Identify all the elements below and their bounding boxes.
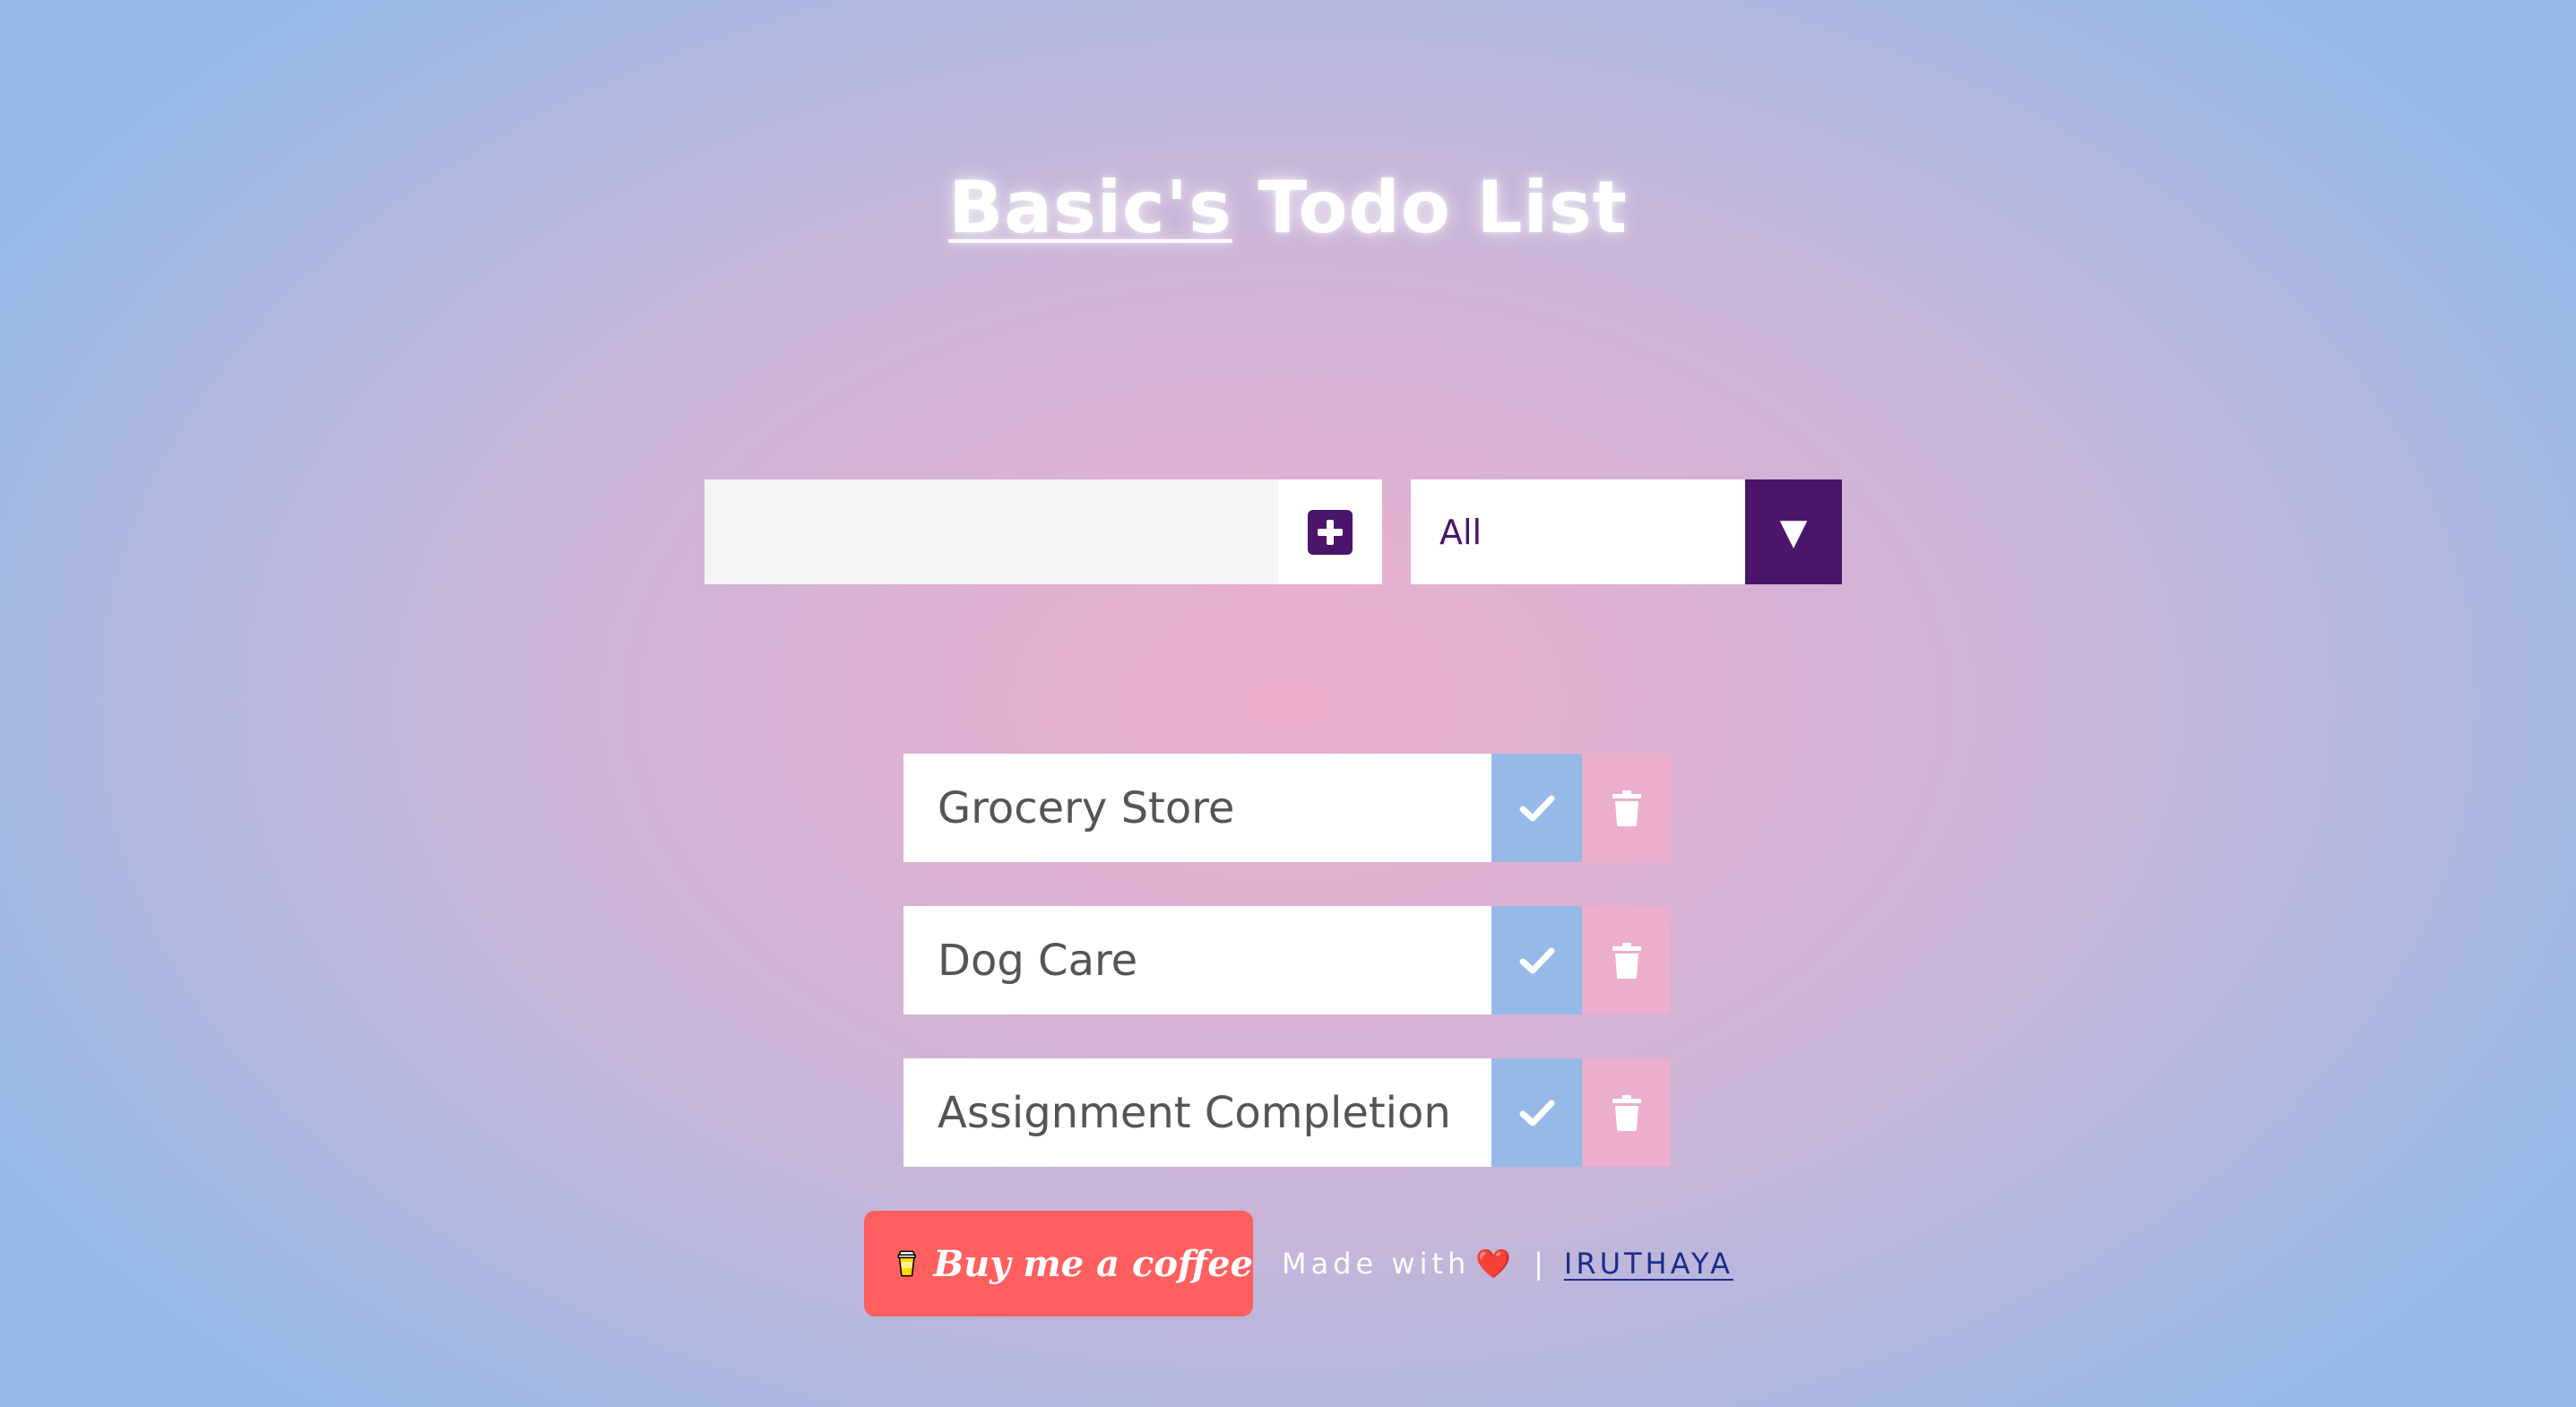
add-todo-button[interactable] <box>1278 479 1382 584</box>
coffee-cup-icon <box>897 1250 916 1277</box>
todo-item: Dog Care <box>903 906 1671 1014</box>
todo-text: Grocery Store <box>903 754 1491 862</box>
complete-button[interactable] <box>1491 754 1582 862</box>
check-icon <box>1519 947 1554 973</box>
check-icon <box>1519 795 1554 821</box>
todo-list: Grocery Store Dog Care Assignment Comple… <box>903 754 1671 1211</box>
todo-item: Assignment Completion <box>903 1058 1671 1167</box>
brand-link[interactable]: Basic's <box>948 166 1232 249</box>
title-text: Todo List <box>1232 165 1628 249</box>
todo-text: Dog Care <box>903 906 1491 1014</box>
trash-icon <box>1612 942 1641 979</box>
add-todo-form <box>705 479 1382 584</box>
check-icon <box>1519 1100 1554 1126</box>
dropdown-arrow-icon[interactable]: ▼ <box>1745 479 1842 584</box>
complete-button[interactable] <box>1491 906 1582 1014</box>
buy-me-a-coffee-label: Buy me a coffee <box>933 1242 1253 1285</box>
delete-button[interactable] <box>1582 906 1671 1014</box>
made-with-text: Made with <box>1282 1247 1471 1281</box>
plus-square-icon <box>1308 509 1353 555</box>
todo-input[interactable] <box>705 479 1278 584</box>
trash-icon <box>1612 790 1641 826</box>
trash-icon <box>1612 1094 1641 1131</box>
footer: Buy me a coffee Made with ❤️ | IRUTHAYA <box>864 1211 1733 1316</box>
made-with-credit: Made with ❤️ | IRUTHAYA <box>1282 1247 1733 1281</box>
delete-button[interactable] <box>1582 754 1671 862</box>
heart-icon: ❤️ <box>1475 1247 1517 1281</box>
filter-selected-value: All <box>1439 512 1482 552</box>
author-link[interactable]: IRUTHAYA <box>1564 1247 1733 1281</box>
buy-me-a-coffee-button[interactable]: Buy me a coffee <box>864 1211 1253 1316</box>
separator: | <box>1534 1247 1548 1281</box>
delete-button[interactable] <box>1582 1058 1671 1167</box>
todo-text: Assignment Completion <box>903 1058 1491 1167</box>
todo-item: Grocery Store <box>903 754 1671 862</box>
filter-select[interactable]: All ▼ <box>1411 479 1842 584</box>
page-title: Basic's Todo List <box>0 171 2576 244</box>
complete-button[interactable] <box>1491 1058 1582 1167</box>
